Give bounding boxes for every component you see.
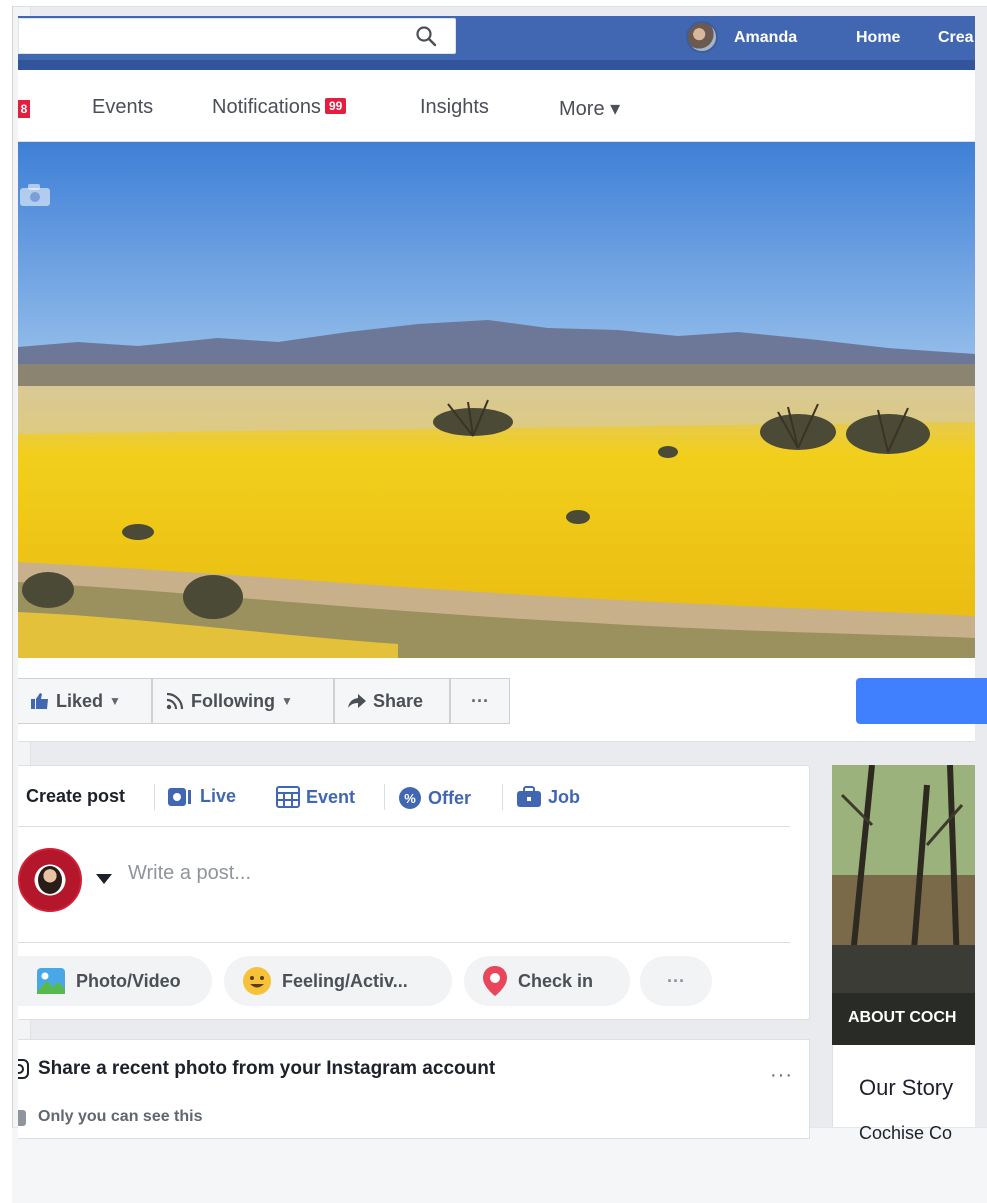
top-navigation-bar: Amanda Home Crea xyxy=(18,16,975,70)
home-link[interactable]: Home xyxy=(856,29,900,47)
search-input[interactable] xyxy=(18,18,456,54)
about-forest-image xyxy=(832,765,975,1045)
live-video-icon xyxy=(168,787,191,806)
tab-more[interactable]: More ▾ xyxy=(559,96,620,121)
about-page-card[interactable]: ABOUT COCH xyxy=(832,765,975,1045)
chevron-down-icon: ▼ xyxy=(109,694,121,708)
more-attachments-button[interactable]: ··· xyxy=(640,956,712,1006)
following-label: Following xyxy=(191,690,275,711)
tab-separator xyxy=(154,784,155,810)
feeling-activity-button[interactable]: Feeling/Activ... xyxy=(224,956,452,1006)
topbar-strip xyxy=(18,60,975,70)
tab-notifications[interactable]: Notifications 99 xyxy=(212,96,347,119)
check-in-label: Check in xyxy=(518,970,594,991)
notifications-badge: 99 xyxy=(324,98,347,114)
tab-insights-label: Insights xyxy=(420,96,489,118)
thumbs-up-icon xyxy=(31,693,48,709)
write-post-input[interactable]: Write a post... xyxy=(128,862,251,885)
user-avatar[interactable] xyxy=(686,21,718,53)
instagram-share-card: Share a recent photo from your Instagram… xyxy=(18,1039,810,1139)
event-label: Event xyxy=(306,786,356,807)
briefcase-icon xyxy=(517,786,541,807)
cover-landscape-image xyxy=(18,142,975,658)
avatar-portrait xyxy=(38,866,62,894)
calendar-icon xyxy=(276,786,300,808)
our-story-title: Our Story xyxy=(859,1075,954,1100)
create-post-label: Create post xyxy=(26,786,126,806)
tab-event[interactable]: Event xyxy=(276,786,355,808)
tab-job[interactable]: Job xyxy=(516,786,580,808)
check-in-button[interactable]: Check in xyxy=(464,956,630,1006)
photo-video-button[interactable]: Photo/Video xyxy=(18,956,212,1006)
liked-button[interactable]: Liked ▼ xyxy=(18,678,152,724)
instagram-card-menu[interactable]: ··· xyxy=(770,1064,793,1087)
photo-video-label: Photo/Video xyxy=(76,970,181,991)
create-link[interactable]: Crea xyxy=(938,29,974,47)
more-options-icon: ··· xyxy=(471,690,489,711)
lock-icon xyxy=(18,1110,26,1126)
primary-action-button[interactable] xyxy=(856,678,987,724)
profile-link[interactable]: Amanda xyxy=(734,29,797,47)
offer-badge-icon: % xyxy=(399,787,421,809)
photo-icon xyxy=(37,968,65,994)
tab-create-post[interactable]: Create post xyxy=(26,786,125,807)
tab-more-label: More ▾ xyxy=(559,98,621,120)
about-card-label: ABOUT COCH xyxy=(848,1009,957,1026)
visibility-note: Only you can see this xyxy=(38,1108,203,1125)
instagram-icon xyxy=(18,1059,29,1079)
tab-events[interactable]: Events xyxy=(92,96,153,119)
following-button[interactable]: Following ▼ xyxy=(152,678,334,724)
smiley-icon xyxy=(243,967,271,995)
our-story-card[interactable]: Our Story Cochise Co xyxy=(832,1045,975,1143)
page-action-bar: Liked ▼ Following ▼ Share ··· xyxy=(18,658,987,742)
post-composer: Create post Live Event % Offer Job Write… xyxy=(18,765,810,1020)
cover-photo[interactable] xyxy=(18,142,975,658)
instagram-card-title[interactable]: Share a recent photo from your Instagram… xyxy=(38,1058,495,1080)
search-icon[interactable] xyxy=(414,24,438,48)
composer-divider xyxy=(18,826,790,827)
composer-divider xyxy=(18,942,790,943)
live-label: Live xyxy=(200,786,237,806)
page-avatar[interactable] xyxy=(18,848,82,912)
tab-events-label: Events xyxy=(92,96,154,118)
share-button[interactable]: Share xyxy=(334,678,450,724)
offer-label: Offer xyxy=(428,787,472,808)
tab-insights[interactable]: Insights xyxy=(420,96,489,119)
page-navigation-tabs: 8 Events Notifications 99 Insights More ▾ xyxy=(18,70,975,142)
svg-text:%: % xyxy=(404,791,416,806)
tab-live[interactable]: Live xyxy=(168,786,236,807)
tab-separator xyxy=(502,784,503,810)
liked-label: Liked xyxy=(56,690,104,711)
camera-icon[interactable] xyxy=(18,182,52,208)
location-pin-icon xyxy=(483,966,507,996)
chevron-down-icon: ▼ xyxy=(280,694,293,708)
more-options-button[interactable]: ··· xyxy=(450,678,510,724)
job-label: Job xyxy=(548,786,581,807)
feeling-activity-label: Feeling/Activ... xyxy=(282,970,408,991)
share-arrow-icon xyxy=(348,694,366,708)
tab-separator xyxy=(384,784,385,810)
chevron-down-icon[interactable] xyxy=(96,874,112,884)
our-story-text: Cochise Co xyxy=(859,1123,953,1143)
rss-icon xyxy=(166,692,184,710)
notification-badge: 8 xyxy=(18,100,30,118)
tab-notifications-label: Notifications xyxy=(212,96,321,118)
more-attachments-icon: ··· xyxy=(667,970,685,991)
share-label: Share xyxy=(373,690,424,711)
tab-offer[interactable]: % Offer xyxy=(398,786,471,810)
